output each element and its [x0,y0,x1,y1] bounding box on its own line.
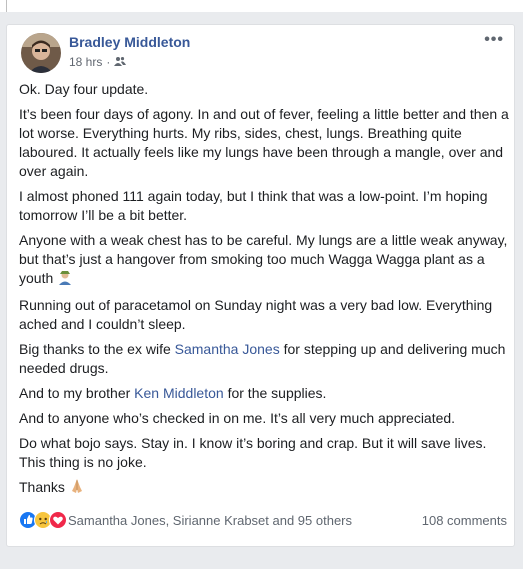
post-paragraph: And to my brother Ken Middleton for the … [19,384,509,403]
post-paragraph-text: Big thanks to the ex wife [19,341,175,357]
post-paragraph: Ok. Day four update. [19,81,149,97]
post-paragraph-text: Thanks [19,479,65,495]
previous-post-edge [0,0,523,12]
tag-ken-middleton[interactable]: Ken Middleton [134,385,224,401]
post-card: Bradley Middleton 18 hrs · ••• Ok. Day f… [6,24,515,547]
post-paragraph: Do what bojo says. Stay in. I know it’s … [19,435,487,470]
divider [6,0,7,12]
reactors-text[interactable]: Samantha Jones, Sirianne Krabset and 95 … [68,513,352,528]
post-paragraph-text: for the supplies. [223,385,327,401]
man-farmer-emoji-icon [57,269,73,290]
friends-icon[interactable] [114,55,127,69]
love-icon [49,511,67,529]
page: Bradley Middleton 18 hrs · ••• Ok. Day f… [0,0,523,569]
post-paragraph: Running out of paracetamol on Sunday nig… [19,297,493,332]
avatar[interactable] [21,33,61,73]
post-paragraph: And to anyone who’s checked in on me. It… [19,410,456,426]
post-body: Ok. Day four update. It’s been four days… [19,80,509,505]
post-paragraph: Big thanks to the ex wife Samantha Jones… [19,340,509,378]
tag-samantha-jones[interactable]: Samantha Jones [175,341,280,357]
post-paragraph: Anyone with a weak chest has to be caref… [19,231,509,290]
reaction-icons[interactable] [19,511,67,529]
folded-hands-emoji-icon [69,478,85,499]
post-paragraph: Thanks [19,478,509,499]
post-time[interactable]: 18 hrs [69,55,102,69]
comments-count[interactable]: 108 comments [422,513,507,528]
author-name[interactable]: Bradley Middleton [69,34,190,50]
post-paragraph: I almost phoned 111 again today, but I t… [19,188,488,223]
post-paragraph: It’s been four days of agony. In and out… [19,106,509,179]
post-paragraph-text: Anyone with a weak chest has to be caref… [19,232,508,286]
post-paragraph-text: And to my brother [19,385,135,401]
post-meta: 18 hrs · [69,55,127,69]
separator-dot: · [106,55,111,69]
post-footer: Samantha Jones, Sirianne Krabset and 95 … [19,509,507,531]
more-options-icon[interactable]: ••• [484,31,504,49]
